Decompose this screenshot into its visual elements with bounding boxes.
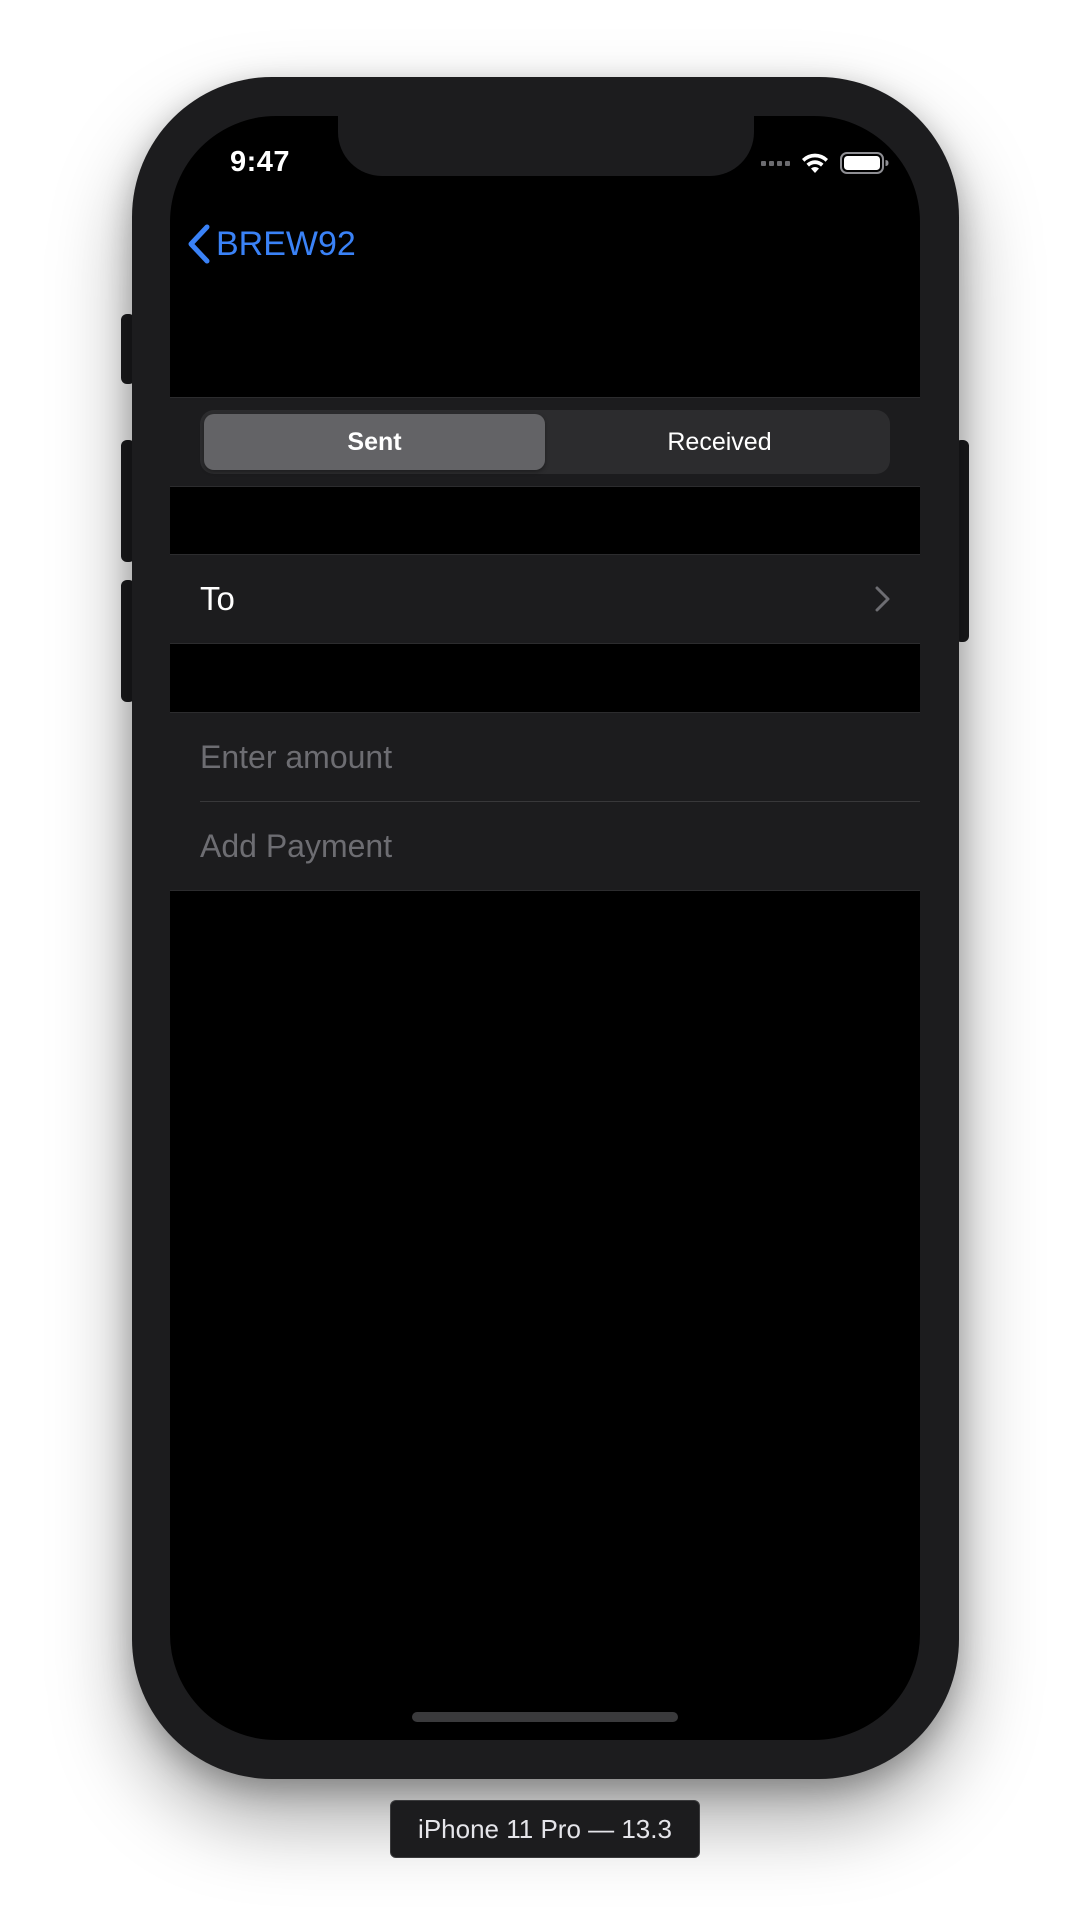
cellular-signal-icon <box>761 160 790 166</box>
status-time: 9:47 <box>230 146 291 178</box>
back-button-label: BREW92 <box>216 224 356 263</box>
notch <box>338 116 754 176</box>
device-label: iPhone 11 Pro — 13.3 <box>390 1800 700 1858</box>
status-icons <box>761 150 890 176</box>
device-screen: 9:47 BREW92 Sent Received To <box>170 116 920 1740</box>
chevron-left-icon <box>188 224 210 264</box>
segmented-section: Sent Received <box>170 397 920 487</box>
segment-received[interactable]: Received <box>549 410 890 474</box>
to-label: To <box>200 580 235 617</box>
amount-row <box>200 713 920 802</box>
payment-row <box>200 802 920 890</box>
chevron-right-icon <box>875 586 890 612</box>
add-payment-input[interactable] <box>200 827 890 865</box>
battery-icon <box>840 152 889 174</box>
amount-input[interactable] <box>200 738 890 776</box>
back-button[interactable]: BREW92 <box>186 224 356 264</box>
to-row[interactable]: To <box>170 554 920 644</box>
segment-sent[interactable]: Sent <box>204 414 545 470</box>
payment-form <box>170 712 920 891</box>
home-indicator[interactable] <box>412 1712 678 1722</box>
wifi-icon <box>802 153 828 173</box>
sent-received-segmented-control[interactable]: Sent Received <box>200 410 890 474</box>
